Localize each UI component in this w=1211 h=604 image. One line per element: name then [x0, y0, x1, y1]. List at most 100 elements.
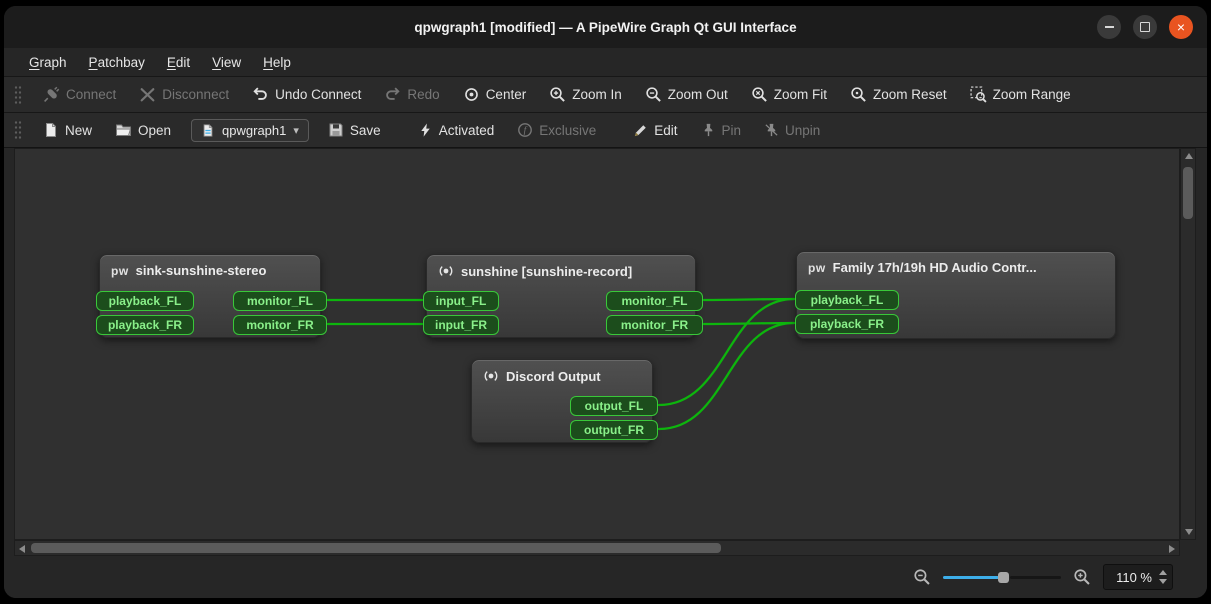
menu-graph-accel: G [29, 55, 40, 70]
vertical-scrollbar[interactable] [1180, 148, 1196, 540]
zoom-in-button[interactable]: Zoom In [540, 82, 631, 107]
toolbar-drag-handle[interactable] [14, 120, 22, 140]
redo-icon [384, 86, 401, 103]
pin-icon [701, 122, 716, 138]
pipewire-icon: pw [111, 264, 129, 278]
node-title: Discord Output [506, 369, 601, 384]
port-output-fl[interactable]: output_FL [570, 396, 658, 416]
maximize-button[interactable] [1133, 15, 1157, 39]
menu-help[interactable]: Help [252, 52, 302, 73]
unpin-label: Unpin [785, 123, 820, 138]
zoom-value-input[interactable] [1104, 565, 1172, 589]
save-button[interactable]: Save [319, 118, 390, 142]
zoom-slider-handle[interactable] [998, 572, 1009, 583]
spin-down-arrow[interactable] [1159, 579, 1167, 584]
menu-graph[interactable]: Graph [18, 52, 78, 73]
spin-up-arrow[interactable] [1159, 570, 1167, 575]
record-icon [483, 368, 499, 384]
port-playback-fr[interactable]: playback_FR [795, 314, 899, 334]
window-controls: × [1097, 15, 1193, 39]
activated-label: Activated [439, 123, 495, 138]
edit-button[interactable]: Edit [624, 119, 686, 142]
port-playback-fl[interactable]: playback_FL [96, 291, 194, 311]
zoom-range-label: Zoom Range [993, 87, 1071, 102]
zoom-reset-icon [850, 86, 867, 103]
menubar: Graph Patchbay Edit View Help [4, 48, 1207, 76]
connect-icon [43, 86, 60, 103]
node-title: sink-sunshine-stereo [136, 263, 267, 278]
node-family-hd-audio[interactable]: pw Family 17h/19h HD Audio Contr... play… [796, 251, 1116, 339]
port-input-fr[interactable]: input_FR [423, 315, 499, 335]
port-monitor-fr[interactable]: monitor_FR [606, 315, 703, 335]
undo-connect-button[interactable]: Undo Connect [243, 82, 370, 107]
toolbar-graph: Connect Disconnect Undo Connect Redo Cen… [4, 76, 1207, 113]
center-button[interactable]: Center [454, 82, 536, 107]
new-button[interactable]: New [34, 118, 101, 142]
disconnect-icon [139, 86, 156, 103]
zoom-spinbox [1103, 564, 1173, 590]
node-header: pw Family 17h/19h HD Audio Contr... [797, 252, 1115, 275]
scroll-right-arrow[interactable] [1169, 545, 1175, 553]
horizontal-scrollbar-thumb[interactable] [31, 543, 721, 553]
menu-patchbay[interactable]: Patchbay [78, 52, 156, 73]
node-header: Discord Output [472, 360, 652, 384]
scroll-up-arrow[interactable] [1185, 153, 1193, 159]
center-label: Center [486, 87, 527, 102]
zoom-in-label: Zoom In [572, 87, 622, 102]
graph-canvas[interactable]: pw sink-sunshine-stereo playback_FL play… [14, 148, 1180, 540]
menu-view[interactable]: View [201, 52, 252, 73]
node-header: sunshine [sunshine-record] [427, 255, 695, 279]
svg-text:f: f [524, 125, 528, 136]
port-playback-fr[interactable]: playback_FR [96, 315, 194, 335]
pin-label: Pin [722, 123, 742, 138]
menu-view-accel: V [212, 55, 221, 70]
redo-button: Redo [375, 82, 448, 107]
undo-connect-label: Undo Connect [275, 87, 361, 102]
zoom-fit-button[interactable]: Zoom Fit [742, 82, 836, 107]
zoom-reset-button[interactable]: Zoom Reset [841, 82, 956, 107]
toolbar-file: New Open qpwgraph1 ▾ Save Activated f Ex… [4, 113, 1207, 148]
statusbar [4, 556, 1207, 598]
port-monitor-fl[interactable]: monitor_FL [233, 291, 327, 311]
menu-graph-rest: raph [40, 55, 67, 70]
port-playback-fl[interactable]: playback_FL [795, 290, 899, 310]
port-monitor-fl[interactable]: monitor_FL [606, 291, 703, 311]
zoom-slider-track [1010, 576, 1061, 579]
pencil-icon [633, 123, 648, 138]
menu-edit[interactable]: Edit [156, 52, 201, 73]
zoom-reset-label: Zoom Reset [873, 87, 947, 102]
activated-button[interactable]: Activated [409, 118, 504, 142]
port-output-fr[interactable]: output_FR [570, 420, 658, 440]
zoom-out-button[interactable]: Zoom Out [636, 82, 737, 107]
menu-edit-rest: dit [176, 55, 190, 70]
node-sink-sunshine-stereo[interactable]: pw sink-sunshine-stereo playback_FL play… [99, 254, 321, 338]
scroll-down-arrow[interactable] [1185, 529, 1193, 535]
maximize-icon [1140, 22, 1150, 32]
scroll-left-arrow[interactable] [19, 545, 25, 553]
open-button[interactable]: Open [106, 118, 180, 142]
port-input-fl[interactable]: input_FL [423, 291, 499, 311]
lightning-bolt-icon [418, 122, 433, 138]
menu-patchbay-rest: atchbay [98, 55, 145, 70]
node-discord-output[interactable]: Discord Output output_FL output_FR [471, 359, 653, 443]
titlebar[interactable]: qpwgraph1 [modified] — A PipeWire Graph … [4, 6, 1207, 48]
zoom-out-icon[interactable] [913, 568, 931, 586]
menu-edit-accel: E [167, 55, 176, 70]
zoom-in-icon[interactable] [1073, 568, 1091, 586]
vertical-scrollbar-thumb[interactable] [1183, 167, 1193, 219]
zoom-slider[interactable] [943, 569, 1061, 586]
close-button[interactable]: × [1169, 15, 1193, 39]
new-file-icon [43, 122, 59, 138]
node-sunshine[interactable]: sunshine [sunshine-record] input_FL inpu… [426, 254, 696, 338]
session-combo[interactable]: qpwgraph1 ▾ [191, 119, 309, 142]
zoom-range-button[interactable]: Zoom Range [961, 82, 1080, 107]
cable-discord-to-family-fr[interactable] [659, 323, 794, 429]
horizontal-scrollbar[interactable] [14, 540, 1180, 556]
minimize-button[interactable] [1097, 15, 1121, 39]
open-folder-icon [115, 122, 132, 138]
toolbar-drag-handle[interactable] [14, 85, 22, 105]
undo-icon [252, 86, 269, 103]
port-monitor-fr[interactable]: monitor_FR [233, 315, 327, 335]
redo-label: Redo [407, 87, 439, 102]
zoom-out-icon [645, 86, 662, 103]
